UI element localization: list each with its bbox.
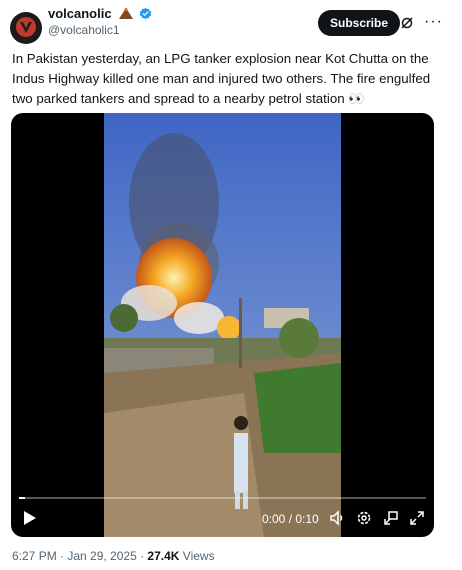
- more-options-icon[interactable]: ···: [424, 12, 443, 32]
- avatar[interactable]: [10, 12, 42, 44]
- views-count: 27.4K: [147, 549, 180, 563]
- author-handle[interactable]: @volcaholic1: [48, 23, 152, 38]
- picture-in-picture-icon[interactable]: [383, 510, 399, 526]
- grok-icon[interactable]: [400, 16, 414, 30]
- avatar-logo-icon: [16, 17, 36, 37]
- video-frame[interactable]: [104, 113, 341, 537]
- author-names: volcanolic @volcaholic1: [48, 6, 152, 38]
- fullscreen-icon[interactable]: [409, 510, 425, 526]
- tweet-timestamp[interactable]: 6:27 PM · Jan 29, 2025 ·: [12, 549, 147, 563]
- verified-badge-icon: [139, 7, 152, 20]
- video-player[interactable]: 0:00 / 0:10: [11, 113, 434, 537]
- tweet-header: volcanolic @volcaholic1 Subscribe ···: [10, 6, 443, 44]
- volcano-icon: [119, 8, 134, 19]
- tweet-meta: 6:27 PM · Jan 29, 2025 · 27.4K Views: [12, 548, 215, 564]
- author-display-name-row[interactable]: volcanolic: [48, 6, 152, 22]
- views-label: Views: [179, 549, 215, 563]
- video-progress-track[interactable]: [19, 497, 426, 499]
- video-time: 0:00 / 0:10: [262, 512, 319, 526]
- subscribe-button[interactable]: Subscribe: [318, 10, 401, 36]
- tweet-text: In Pakistan yesterday, an LPG tanker exp…: [12, 51, 431, 106]
- author-display-name[interactable]: volcanolic: [48, 6, 112, 21]
- play-icon[interactable]: [23, 510, 37, 526]
- video-progress-fill: [19, 497, 26, 499]
- volume-icon[interactable]: [329, 510, 345, 526]
- settings-icon[interactable]: [356, 510, 372, 526]
